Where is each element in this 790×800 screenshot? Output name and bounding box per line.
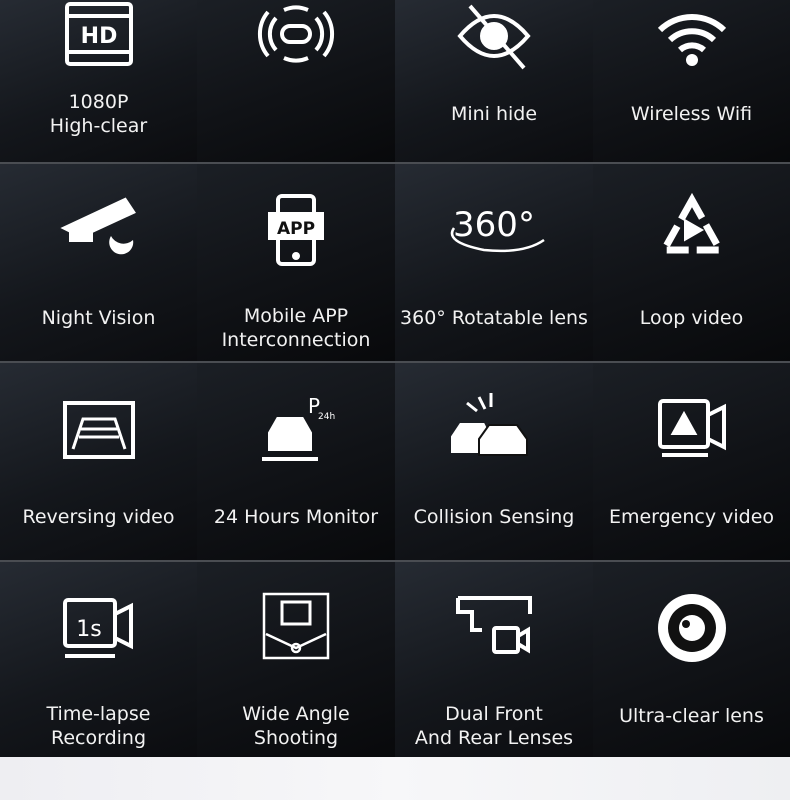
emergency-camera-icon: [657, 399, 726, 457]
feature-wifi: Wireless Wifi: [593, 0, 790, 162]
feature-label: 24 Hours Monitor: [213, 506, 379, 528]
eye-hidden-icon: [457, 4, 531, 70]
lens-icon: [657, 594, 726, 662]
feature-rotate: [197, 0, 395, 162]
feature-label: Time-lapse Recording: [46, 703, 151, 749]
collision-cars-icon: [451, 393, 528, 456]
dual-lens-icon: [456, 596, 532, 654]
wide-angle-icon: [262, 592, 330, 660]
feature-label: Wireless Wifi: [630, 103, 753, 125]
feature-1080p: HD 1080P High-clear: [0, 0, 197, 162]
feature-label: Reversing video: [22, 506, 175, 528]
feature-label: Collision Sensing: [413, 506, 575, 528]
feature-wide-angle: Wide Angle Shooting: [197, 562, 395, 759]
feature-timelapse: 1s Time-lapse Recording: [0, 562, 197, 759]
rotate-360-icon: 360°: [450, 205, 545, 253]
feature-label: Dual Front And Rear Lenses: [414, 703, 574, 749]
feature-loop: Loop video: [593, 164, 790, 361]
feature-label: 360° Rotatable lens: [400, 307, 588, 329]
feature-label: Night Vision: [41, 307, 156, 329]
feature-360: 360° 360° Rotatable lens: [395, 164, 593, 361]
feature-mobile-app: APP Mobile APP Interconnection: [197, 164, 395, 361]
svg-text:360°: 360°: [453, 205, 535, 245]
svg-text:APP: APP: [277, 219, 315, 239]
feature-label: Mini hide: [450, 103, 538, 125]
feature-emergency: Emergency video: [593, 363, 790, 560]
feature-label: Wide Angle Shooting: [242, 703, 350, 749]
feature-24h: P 24h 24 Hours Monitor: [197, 363, 395, 560]
timelapse-camera-icon: 1s: [62, 598, 133, 658]
feature-grid: HD 1080P High-clear Mini hide Wireless W…: [0, 0, 790, 759]
mobile-app-icon: APP: [268, 194, 324, 266]
reversing-guide-icon: [62, 401, 135, 459]
feature-night-vision: Night Vision: [0, 164, 197, 361]
feature-label: Loop video: [639, 307, 744, 329]
feature-reversing: Reversing video: [0, 363, 197, 560]
feature-label: 1080P High-clear: [49, 91, 148, 137]
bottom-strip: [0, 757, 790, 800]
feature-collision: Collision Sensing: [395, 363, 593, 560]
feature-label: Emergency video: [608, 506, 775, 528]
loop-play-icon: [657, 192, 726, 254]
feature-label: Ultra-clear lens: [619, 705, 764, 727]
feature-label: Mobile APP Interconnection: [221, 305, 371, 351]
svg-text:1s: 1s: [76, 617, 101, 642]
night-camera-icon: [59, 197, 136, 255]
rotate-signal-icon: [257, 5, 335, 63]
parking-car-icon: P24h: [262, 394, 335, 461]
feature-dual-lens: Dual Front And Rear Lenses: [395, 562, 593, 759]
feature-ultra-clear: Ultra-clear lens: [593, 562, 790, 759]
hd-film-icon: HD: [64, 2, 133, 66]
wifi-icon: [657, 14, 726, 66]
svg-text:HD: HD: [80, 24, 117, 49]
feature-mini-hide: Mini hide: [395, 0, 593, 162]
svg-text:24h: 24h: [318, 412, 335, 422]
